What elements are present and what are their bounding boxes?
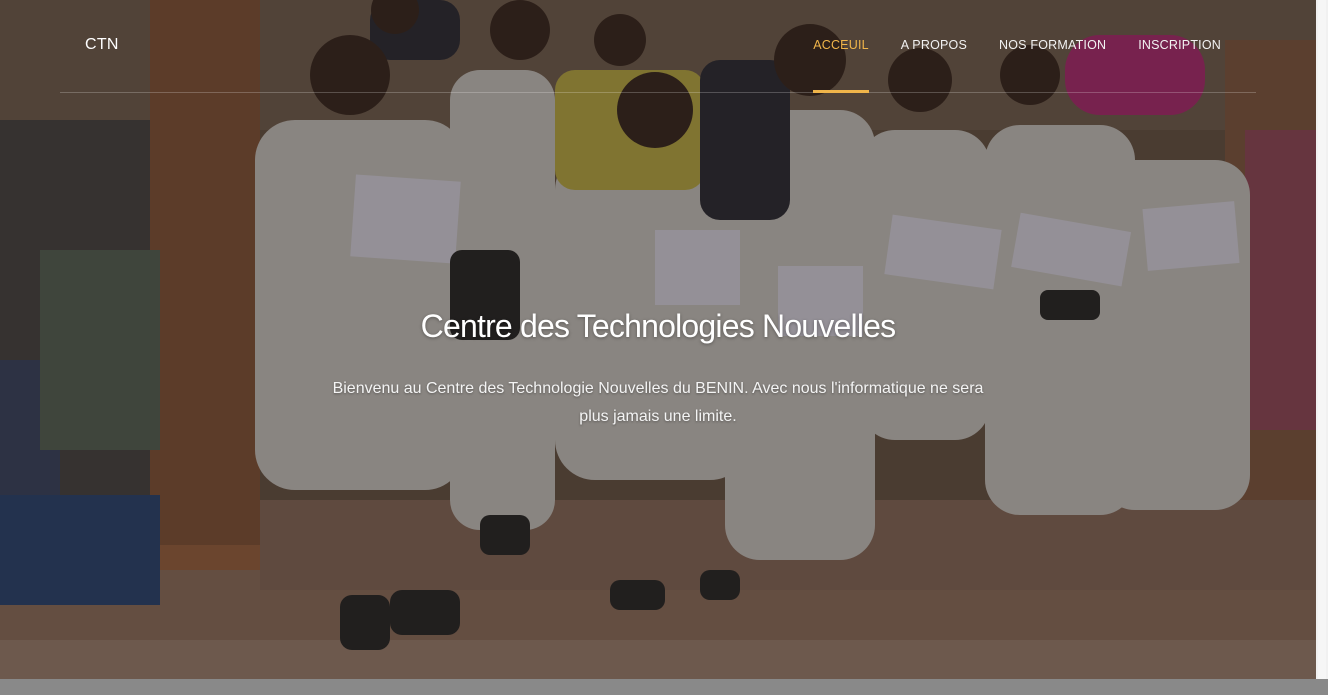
nav-item-nos-formation: NOS FORMATION	[999, 0, 1106, 92]
page-bottom-strip	[0, 679, 1328, 695]
scrollbar-thumb[interactable]	[1318, 0, 1326, 679]
top-navbar: CTN ACCEUIL A PROPOS NOS FORMATION INSCR…	[60, 0, 1256, 93]
nav-item-accueil: ACCEUIL	[813, 0, 869, 93]
hero-text-block: Centre des Technologies Nouvelles Bienve…	[308, 308, 1008, 431]
nav-item-a-propos: A PROPOS	[901, 0, 967, 92]
nav-link-accueil[interactable]: ACCEUIL	[813, 0, 869, 52]
nav-link-a-propos[interactable]: A PROPOS	[901, 0, 967, 52]
hero-subtitle: Bienvenu au Centre des Technologie Nouve…	[332, 380, 984, 425]
vertical-scrollbar[interactable]	[1316, 0, 1328, 679]
nav-menu: ACCEUIL A PROPOS NOS FORMATION INSCRIPTI…	[781, 0, 1221, 93]
hero-title: Centre des Technologies Nouvelles	[420, 308, 896, 344]
hero-section: CTN ACCEUIL A PROPOS NOS FORMATION INSCR…	[0, 0, 1316, 679]
brand-logo-link[interactable]: CTN	[85, 36, 119, 54]
nav-link-inscription[interactable]: INSCRIPTION	[1138, 0, 1221, 52]
nav-item-inscription: INSCRIPTION	[1138, 0, 1221, 92]
nav-link-nos-formation[interactable]: NOS FORMATION	[999, 0, 1106, 52]
